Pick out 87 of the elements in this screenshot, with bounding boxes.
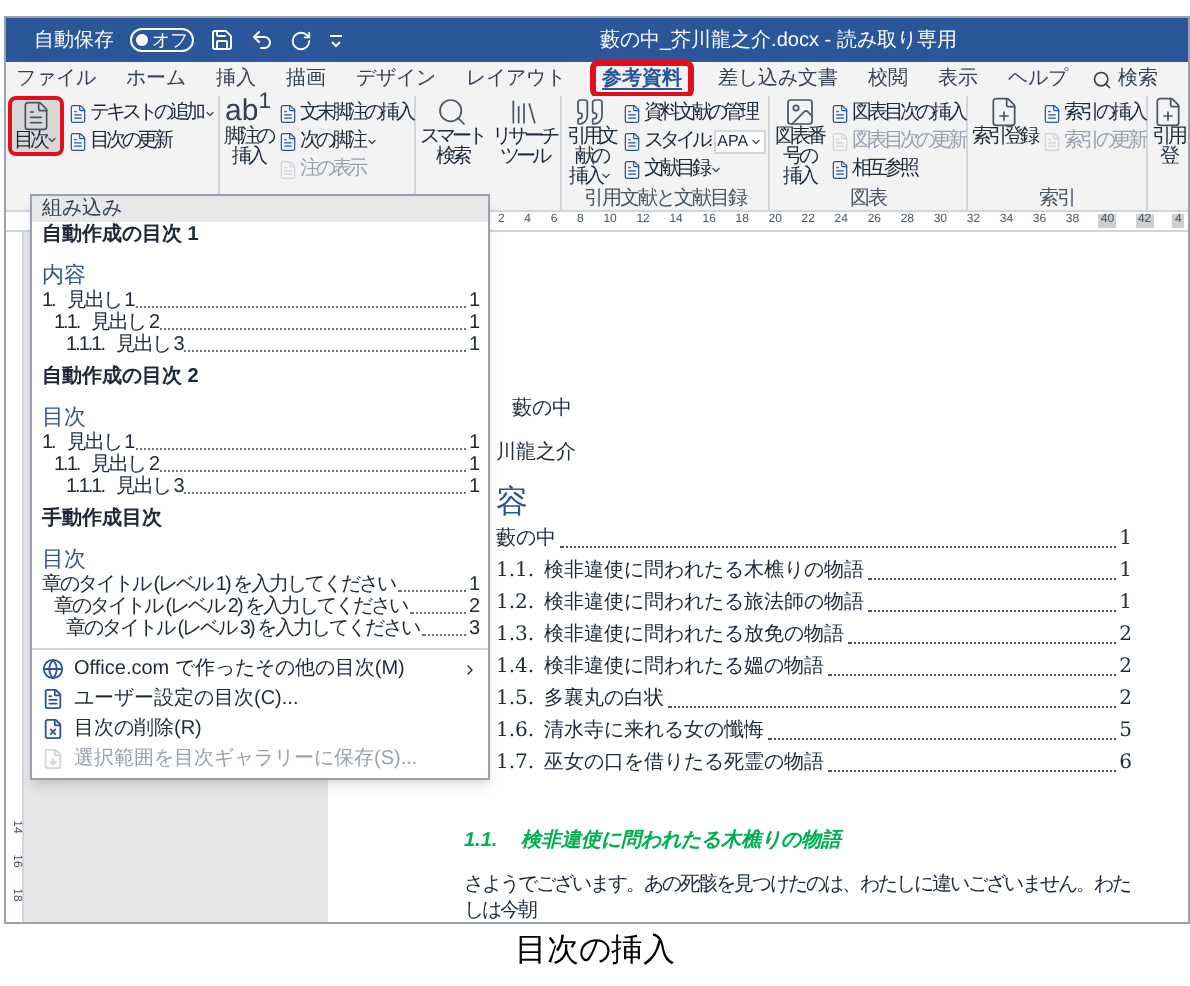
toc-entry: 1.4. 検非違使に問われたる媼の物語 2 (496, 653, 1132, 682)
gallery-item-title: 手動作成目次 (42, 506, 164, 534)
preview-heading: 目次 (42, 404, 88, 431)
toc-gallery-item[interactable]: 自動作成の目次 1 内容 1. 見出し 1 1 1.1. 見出し 2 1 1.1.1. 見出し 3 1 (32, 222, 488, 364)
preview-toc-line: 章のタイトル (レベル 1) を入力してください 1 (42, 574, 478, 596)
search-icon (1092, 69, 1112, 89)
menu-item-icon (42, 718, 64, 740)
gallery-header: 組み込み (32, 196, 488, 222)
gallery-item-title: 自動作成の目次 2 (42, 364, 201, 392)
search-button[interactable]: 検索 (1092, 64, 1158, 94)
window-title: 藪の中_芥川龍之介.docx - 読み取り専用 (600, 27, 957, 55)
menu-item[interactable]: Office.com で作ったその他の目次(M) (32, 654, 488, 684)
ribbon-small-button[interactable]: 目次の更新 (68, 128, 216, 156)
save-icon[interactable] (210, 28, 234, 52)
undo-icon[interactable] (250, 28, 274, 52)
preview-toc-line: 1.1.1. 見出し 3 1 (66, 476, 478, 498)
group-label: 索引 (1039, 190, 1075, 210)
preview-toc-line: 1.1. 見出し 2 1 (54, 312, 478, 334)
preview-toc-line: 章のタイトル (レベル 3) を入力してください 3 (66, 618, 478, 640)
body-paragraph: さようでございます。あの死骸を見つけたのは、わたしに違いございません。わたしは今朝 (464, 872, 1132, 924)
menu-item[interactable]: ユーザー設定の目次(C)... (32, 684, 488, 714)
ribbon-small-button[interactable]: 資料文献の管理 (621, 100, 767, 128)
menu-item-icon (42, 658, 64, 680)
preview-toc-line: 1.1. 見出し 2 1 (54, 454, 478, 476)
dropdown-caret-icon (366, 136, 378, 148)
autosave-toggle[interactable]: オフ (130, 28, 194, 52)
ribbon-large-button[interactable]: 図表番号の 挿入 (772, 96, 826, 188)
ribbon-small-button[interactable]: 文末脚注の挿入 (278, 100, 412, 128)
redo-icon[interactable] (290, 29, 312, 51)
menu-item-icon (42, 748, 64, 770)
ribbon-small-button[interactable]: 相互参照 (830, 156, 964, 184)
ribbon-large-button[interactable]: リサーチ ツール (490, 96, 558, 168)
ribbon-large-button[interactable]: 索引登録 (970, 96, 1038, 148)
document-title: 藪の中 (510, 396, 574, 424)
ribbon-small-button[interactable]: スタイル: APA (621, 128, 767, 156)
author-name: 川龍之介 (496, 440, 578, 468)
dropdown-caret-icon (600, 170, 613, 183)
ribbon-large-button[interactable]: 目次 (8, 96, 64, 156)
ribbon-tab[interactable]: デザイン (344, 60, 448, 98)
ribbon-tab[interactable]: 表示 (926, 60, 990, 98)
ribbon-tab[interactable]: 差し込み文書 (706, 60, 850, 98)
preview-heading: 目次 (42, 546, 88, 573)
toc-entry: 1.3. 検非違使に問われたる放免の物語 2 (496, 621, 1132, 650)
toc-entry: 1.2. 検非違使に問われたる旅法師の物語 1 (496, 589, 1132, 618)
gallery-item-title: 自動作成の目次 1 (42, 222, 201, 250)
preview-toc-line: 章のタイトル (レベル 2) を入力してください 2 (54, 596, 478, 618)
ribbon-large-button[interactable]: スマート 検索 (418, 96, 486, 168)
dropdown-caret-icon (46, 134, 58, 147)
group-label: 図表 (850, 190, 887, 210)
group-label: 引用文献と文献目録 (584, 190, 747, 210)
ribbon-large-button[interactable]: 引用 登 (1150, 96, 1186, 168)
section-heading: 1.1. 検非違使に問われたる木樵りの物語 (464, 828, 846, 856)
dropdown-caret-icon (750, 136, 763, 148)
ribbon-large-button[interactable]: 引用文献の 挿入 (564, 96, 618, 188)
style-select[interactable]: APA (713, 130, 767, 154)
ribbon-tab[interactable]: ファイル (4, 60, 108, 98)
dropdown-caret-icon (709, 164, 722, 176)
preview-heading: 内容 (42, 262, 88, 289)
menu-item[interactable]: 目次の削除(R) (32, 714, 488, 744)
caption: 目次の挿入 (515, 932, 675, 972)
ribbon-tab[interactable]: ヘルプ (996, 60, 1080, 98)
ribbon-small-button[interactable]: 文献目録 (621, 156, 767, 184)
toc-entry: 1.5. 多襄丸の白状 2 (496, 685, 1132, 714)
preview-toc-line: 1.1.1. 見出し 3 1 (66, 334, 478, 356)
toc-gallery-item[interactable]: 自動作成の目次 2 目次 1. 見出し 1 1 1.1. 見出し 2 1 1.1.1. 見出し 3 1 (32, 364, 488, 506)
ribbon-tab[interactable]: 描画 (274, 60, 338, 98)
ribbon-small-button[interactable]: 索引の挿入 (1042, 100, 1144, 128)
ribbon-tab[interactable]: 校閲 (856, 60, 920, 98)
ribbon-small-button[interactable]: テキストの追加 (68, 100, 216, 128)
toc-heading: 容 (496, 484, 530, 524)
ribbon-tab[interactable]: レイアウト (454, 60, 578, 98)
customize-toolbar-icon[interactable] (328, 32, 344, 48)
ribbon-small-button[interactable]: 次の脚注 (278, 128, 412, 156)
toc-entry: 藪の中 1 (496, 525, 1132, 554)
preview-toc-line: 1. 見出し 1 1 (42, 432, 478, 454)
preview-toc-line: 1. 見出し 1 1 (42, 290, 478, 312)
menu-item-icon (42, 688, 64, 710)
toc-entry: 1.1. 検非違使に問われたる木樵りの物語 1 (496, 557, 1132, 586)
toc-entry: 1.6. 清水寺に来れる女の懺悔 5 (496, 717, 1132, 746)
ribbon-large-button[interactable]: ab$^{1}$ 脚注の 挿入 (222, 96, 274, 168)
footnote-icon: ab$^{1}$ (225, 96, 271, 128)
autosave-label: 自動保存 (34, 27, 114, 55)
toc-entry: 1.7. 巫女の口を借りたる死霊の物語 6 (496, 749, 1132, 778)
ribbon-small-button[interactable]: 図表目次の挿入 (830, 100, 964, 128)
toc-gallery-item[interactable]: 手動作成目次 目次 章のタイトル (レベル 1) を入力してください 1 章のタイトル (レベル 2) を入力してください 2 章のタイトル (レベル 3) を入力してください 3 (32, 506, 488, 648)
dropdown-caret-icon (204, 108, 216, 120)
ribbon-tab[interactable]: ホーム (114, 60, 198, 98)
